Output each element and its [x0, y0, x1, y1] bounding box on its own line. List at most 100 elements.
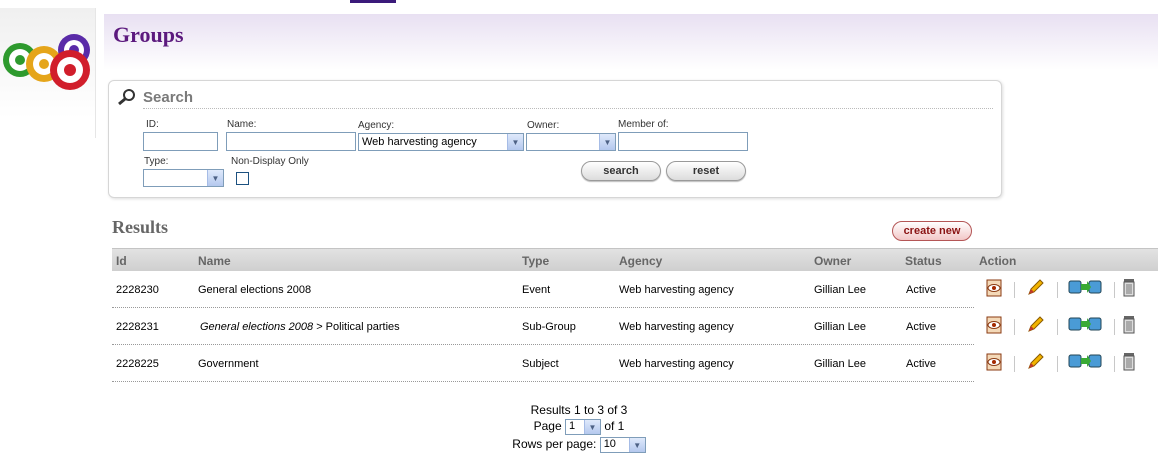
action-separator	[1057, 319, 1058, 335]
rows-per-page-line: Rows per page: 10 ▼	[0, 437, 1158, 453]
row-id: 2228225	[116, 358, 159, 370]
results-summary: Results 1 to 3 of 3	[530, 403, 628, 417]
search-divider	[143, 108, 993, 109]
magnifier-icon	[118, 89, 135, 106]
column-header-agency[interactable]: Agency	[619, 254, 662, 268]
agency-label: Agency:	[358, 120, 395, 131]
row-id: 2228230	[116, 284, 159, 296]
column-header-name[interactable]: Name	[198, 254, 231, 268]
page-count-label: of 1	[604, 419, 625, 434]
row-name-text: > Political parties	[313, 321, 400, 333]
action-separator	[1014, 282, 1015, 298]
edit-pencil-icon[interactable]	[1026, 316, 1044, 334]
page-selector-line: Page 1 ▼ of 1	[0, 419, 1158, 435]
row-actions	[980, 345, 1158, 382]
sidebar-panel	[0, 8, 96, 138]
action-separator	[1014, 319, 1015, 335]
search-button[interactable]: search	[581, 161, 661, 181]
edit-pencil-icon[interactable]	[1026, 279, 1044, 297]
row-status: Active	[906, 321, 936, 333]
view-icon[interactable]	[986, 279, 1002, 297]
row-owner: Gillian Lee	[814, 358, 866, 370]
chevron-down-icon: ▼	[584, 420, 600, 434]
row-owner: Gillian Lee	[814, 321, 866, 333]
search-panel: Search ID: Name: Agency: Web harvesting …	[108, 80, 1002, 198]
table-row: 2228225 Government Subject Web harvestin…	[112, 345, 974, 382]
member-of-label: Member of:	[618, 119, 669, 130]
rows-per-page-select[interactable]: 10 ▼	[599, 437, 646, 453]
transfer-icon[interactable]	[1068, 279, 1102, 295]
name-label: Name:	[227, 119, 257, 130]
view-icon[interactable]	[986, 353, 1002, 371]
action-separator	[1114, 282, 1115, 298]
action-separator	[1114, 356, 1115, 372]
transfer-icon[interactable]	[1068, 316, 1102, 332]
top-accent-bar	[350, 0, 396, 3]
search-heading: Search	[117, 87, 193, 107]
chevron-down-icon: ▼	[599, 134, 615, 150]
type-select[interactable]: ▼	[143, 169, 224, 187]
chevron-down-icon: ▼	[628, 438, 645, 452]
row-owner: Gillian Lee	[814, 284, 866, 296]
member-of-input[interactable]	[618, 132, 748, 151]
results-title: Results	[112, 217, 169, 237]
row-type: Event	[522, 284, 551, 296]
type-label: Type:	[144, 156, 169, 167]
column-header-owner[interactable]: Owner	[814, 254, 851, 268]
owner-select[interactable]: ▼	[526, 133, 616, 151]
row-actions	[980, 271, 1158, 308]
name-input[interactable]	[226, 132, 356, 151]
row-actions	[980, 308, 1158, 345]
row-id: 2228231	[116, 321, 159, 333]
row-name-text: Government	[198, 358, 259, 370]
action-separator	[1114, 319, 1115, 335]
agency-select[interactable]: Web harvesting agency ▼	[358, 133, 524, 151]
table-row: 2228231 General elections 2008 > Politic…	[112, 308, 974, 345]
action-separator	[1057, 356, 1058, 372]
row-agency: Web harvesting agency	[619, 321, 734, 333]
rows-per-page-value: 10	[603, 438, 616, 450]
view-icon[interactable]	[986, 316, 1002, 334]
create-new-button[interactable]: create new	[892, 221, 972, 241]
non-display-checkbox[interactable]	[236, 172, 249, 185]
target-logo-icon	[3, 34, 90, 90]
row-type: Subject	[522, 358, 559, 370]
table-row: 2228230 General elections 2008 Event Web…	[112, 271, 974, 308]
id-label: ID:	[146, 119, 159, 130]
page-title: Groups	[113, 22, 184, 47]
chevron-down-icon: ▼	[207, 170, 223, 186]
chevron-down-icon: ▼	[507, 134, 523, 150]
row-name: Government	[198, 358, 259, 370]
row-type: Sub-Group	[522, 321, 576, 333]
column-header-status[interactable]: Status	[905, 254, 942, 268]
row-parent-group-link[interactable]: General elections 2008	[200, 321, 313, 333]
edit-pencil-icon[interactable]	[1026, 353, 1044, 371]
column-header-action: Action	[979, 254, 1017, 268]
row-agency: Web harvesting agency	[619, 358, 734, 370]
column-header-type[interactable]: Type	[522, 254, 549, 268]
row-status: Active	[906, 358, 936, 370]
reset-button[interactable]: reset	[666, 161, 746, 181]
trash-icon[interactable]	[1122, 315, 1136, 334]
column-header-id[interactable]: Id	[116, 254, 127, 268]
page-select-value: 1	[569, 420, 576, 432]
row-name-text: General elections 2008	[198, 284, 312, 296]
search-title: Search	[143, 88, 194, 106]
trash-icon[interactable]	[1122, 352, 1136, 371]
row-status: Active	[906, 284, 936, 296]
page-select[interactable]: 1 ▼	[565, 419, 601, 435]
page-label: Page	[533, 419, 562, 434]
header-bar	[104, 14, 1158, 70]
trash-icon[interactable]	[1122, 278, 1136, 297]
action-separator	[1057, 282, 1058, 298]
non-display-label: Non-Display Only	[231, 156, 309, 167]
transfer-icon[interactable]	[1068, 353, 1102, 369]
row-agency: Web harvesting agency	[619, 284, 734, 296]
action-separator	[1014, 356, 1015, 372]
row-name: General elections 2008	[198, 284, 311, 296]
id-input[interactable]	[143, 132, 218, 151]
agency-select-value: Web harvesting agency	[362, 136, 477, 148]
row-name: General elections 2008 > Political parti…	[200, 321, 400, 333]
results-table-header: Id Name Type Agency Owner Status Action	[112, 248, 1158, 271]
rows-per-page-label: Rows per page:	[512, 437, 597, 452]
